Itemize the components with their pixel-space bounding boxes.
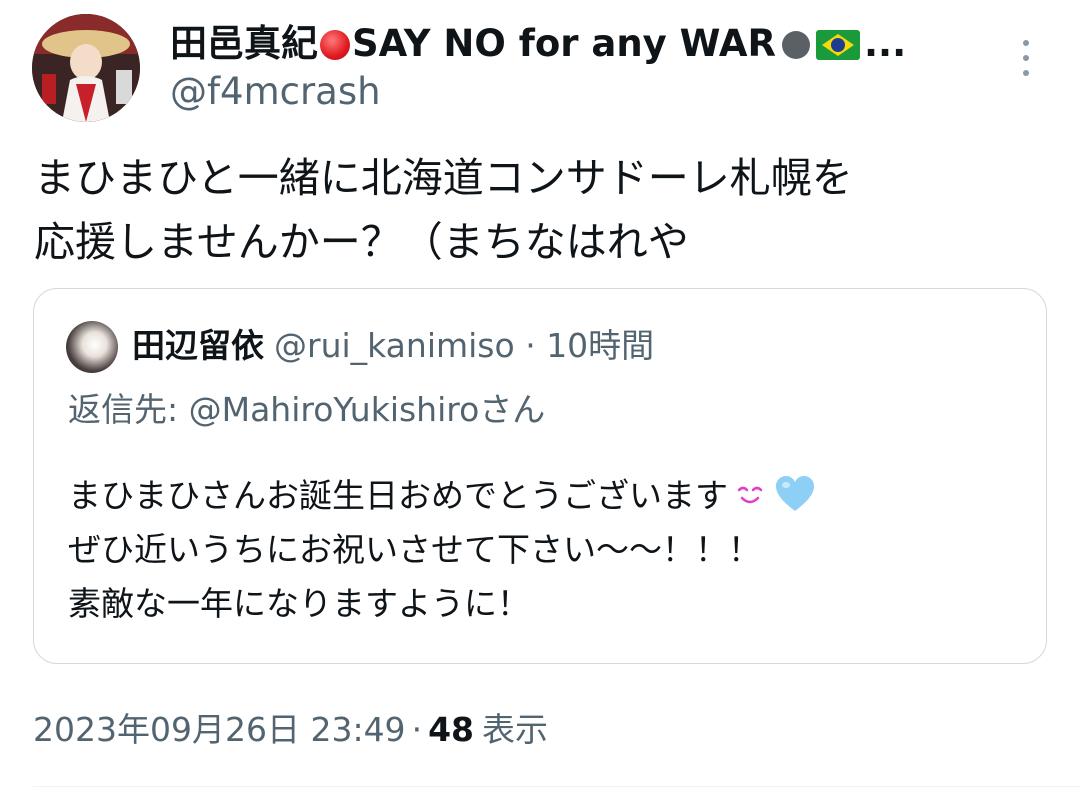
quoted-tweet-card[interactable]: 田辺留依 @rui_kanimiso · 10時間 返信先: @MahiroYuk… [33, 288, 1047, 664]
red-circle-icon [320, 30, 350, 60]
quoted-body-text-1: まひまひさんお誕生日おめでとうございます [68, 476, 728, 515]
tweet-metadata: 2023年09月26日 23:49 · 48 表示 [33, 706, 548, 754]
reply-to-handle[interactable]: @MahiroYukishiro [189, 390, 480, 429]
quoted-tweet-time[interactable]: 10時間 [546, 326, 654, 365]
reply-prefix: 返信先: [68, 390, 189, 429]
views-label: 表示 [482, 710, 548, 749]
brazil-flag-icon [815, 30, 860, 60]
header-separator: · [525, 326, 536, 365]
bottom-divider [33, 786, 1080, 787]
tweet-detail: 田邑真紀 SAY NO for any WAR... @f4mcrash まひまひ… [0, 0, 1080, 800]
display-name-middle: SAY NO for any WAR [352, 22, 776, 65]
display-name-prefix: 田邑真紀 [170, 22, 318, 65]
display-name-suffix: ... [863, 22, 907, 65]
author-avatar[interactable] [32, 14, 140, 122]
tweet-text-line-2: 応援しませんかー？（まちなはれや [34, 218, 689, 266]
quoted-author-handle[interactable]: @rui_kanimiso [274, 326, 515, 365]
footer-separator: · [411, 710, 423, 749]
views-count: 48 [428, 710, 474, 749]
profile-photo-icon [32, 14, 140, 122]
quoted-author-name[interactable]: 田辺留依 [132, 326, 264, 365]
more-vertical-icon[interactable] [1016, 40, 1036, 76]
quoted-body-line-1: まひまひさんお誕生日おめでとうございます [68, 469, 1028, 523]
light-blue-heart-icon [776, 476, 814, 511]
reply-to-line: 返信先: @MahiroYukishiroさん [68, 387, 545, 433]
tweet-timestamp[interactable]: 2023年09月26日 23:49 [33, 710, 406, 749]
quoted-body-line-3: 素敵な一年になりますように！ [68, 584, 530, 623]
quoted-tweet-header: 田辺留依 @rui_kanimiso · 10時間 [132, 323, 654, 369]
quoted-tweet-body: まひまひさんお誕生日おめでとうございます ぜひ近いうちにお祝いさせて下さい〜〜！… [68, 469, 1028, 631]
smiling-face-icon [737, 486, 763, 504]
reply-suffix: さん [479, 390, 546, 429]
quoted-body-line-2: ぜひ近いうちにお祝いさせて下さい〜〜！！！ [68, 530, 761, 569]
author-handle[interactable]: @f4mcrash [170, 70, 381, 114]
author-display-name[interactable]: 田邑真紀 SAY NO for any WAR... [170, 22, 906, 66]
black-circle-icon [781, 31, 810, 59]
tweet-text-line-1: まひまひと一緒に北海道コンサドーレ札幌を [34, 154, 853, 202]
quoted-author-avatar[interactable] [66, 321, 118, 373]
tweet-text: まひまひと一緒に北海道コンサドーレ札幌を 応援しませんかー？（まちなはれや [34, 146, 1044, 274]
